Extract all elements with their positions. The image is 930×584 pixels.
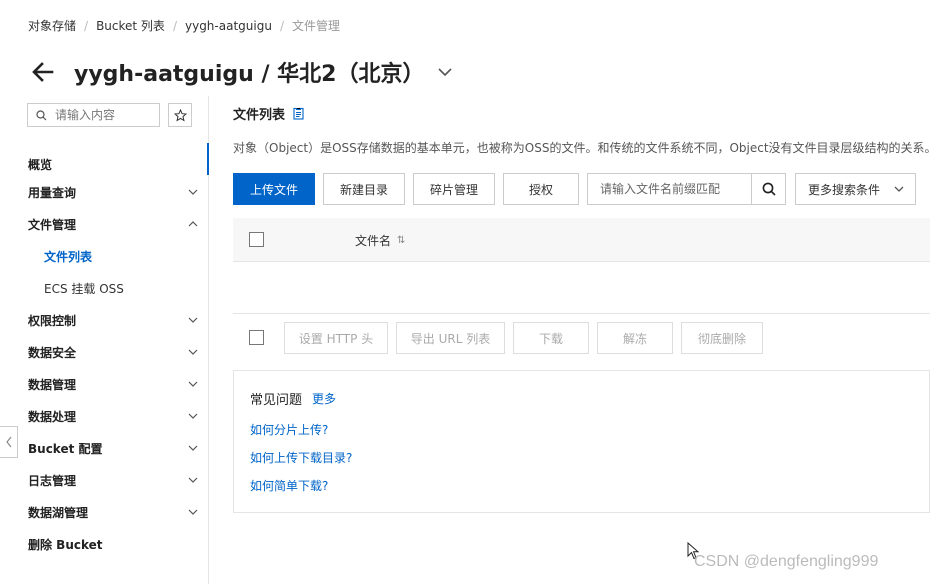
sidebar-item-label: 数据安全 bbox=[28, 345, 77, 360]
table-header: 文件名 ⇅ bbox=[233, 218, 930, 262]
sort-icon[interactable]: ⇅ bbox=[397, 235, 405, 246]
sidebar-item-label: Bucket 配置 bbox=[28, 441, 103, 456]
chevron-down-icon bbox=[188, 317, 198, 323]
page-header: yygh-aatguigu / 华北2（北京） bbox=[30, 56, 454, 88]
chevron-down-icon bbox=[894, 186, 904, 192]
chevron-down-icon bbox=[188, 413, 198, 419]
sidebar-item-data-lake[interactable]: 数据湖管理 bbox=[28, 502, 198, 522]
search-icon bbox=[36, 109, 47, 120]
bulk-action-bar: 设置 HTTP 头 导出 URL 列表 下载 解冻 彻底删除 bbox=[233, 322, 930, 356]
sidebar-collapse-toggle[interactable] bbox=[0, 426, 18, 458]
breadcrumb-separator: / bbox=[279, 18, 284, 33]
chevron-down-icon bbox=[188, 349, 198, 355]
sidebar-item-ecs-mount[interactable]: ECS 挂载 OSS bbox=[44, 278, 204, 298]
column-header-filename[interactable]: 文件名 ⇅ bbox=[355, 232, 405, 249]
sidebar-search-input[interactable] bbox=[55, 108, 155, 122]
sidebar-item-label: 文件管理 bbox=[28, 217, 77, 232]
sidebar-item-label: 数据湖管理 bbox=[28, 505, 89, 520]
sidebar-search[interactable] bbox=[27, 103, 160, 127]
active-indicator bbox=[207, 143, 209, 175]
sidebar-item-label: 数据管理 bbox=[28, 377, 77, 392]
chevron-down-icon bbox=[188, 509, 198, 515]
sidebar-item-data-security[interactable]: 数据安全 bbox=[28, 342, 198, 362]
faq-more-link[interactable]: 更多 bbox=[312, 390, 336, 407]
chevron-down-icon bbox=[188, 381, 198, 387]
sidebar-item-overview[interactable]: 概览 bbox=[28, 154, 198, 174]
chevron-up-icon bbox=[188, 221, 198, 227]
breadcrumb-separator: / bbox=[84, 18, 89, 33]
authorize-button[interactable]: 授权 bbox=[503, 173, 579, 205]
chevron-down-icon[interactable] bbox=[436, 63, 454, 81]
section-title-text: 文件列表 bbox=[233, 108, 286, 123]
sidebar-item-file-list[interactable]: 文件列表 bbox=[44, 246, 204, 266]
set-http-header-button[interactable]: 设置 HTTP 头 bbox=[284, 322, 388, 354]
chevron-down-icon bbox=[188, 189, 198, 195]
breadcrumb-separator: / bbox=[172, 18, 177, 33]
search-icon bbox=[762, 182, 776, 196]
breadcrumb-item-current: 文件管理 bbox=[291, 19, 340, 33]
favorite-button[interactable] bbox=[168, 103, 192, 127]
watermark: CSDN @dengfengling999 bbox=[694, 553, 879, 570]
description-text: 对象（Object）是OSS存储数据的基本单元，也被称为OSS的文件。和传统的文… bbox=[233, 141, 930, 155]
sidebar-item-file-management[interactable]: 文件管理 bbox=[28, 214, 198, 234]
back-arrow-icon[interactable] bbox=[30, 59, 56, 85]
search-button[interactable] bbox=[751, 173, 785, 205]
document-icon[interactable] bbox=[293, 107, 304, 120]
file-search[interactable] bbox=[587, 173, 786, 205]
sidebar-item-label: 删除 Bucket bbox=[28, 537, 103, 552]
sidebar-item-usage[interactable]: 用量查询 bbox=[28, 182, 198, 202]
chevron-left-icon bbox=[5, 436, 11, 448]
faq-link-simple-download[interactable]: 如何简单下载? bbox=[250, 477, 328, 494]
table-body bbox=[233, 262, 930, 314]
sidebar-item-label: 日志管理 bbox=[28, 473, 77, 488]
sidebar-item-label: 用量查询 bbox=[28, 185, 77, 200]
permanent-delete-button[interactable]: 彻底删除 bbox=[681, 322, 763, 354]
sidebar-item-label: 数据处理 bbox=[28, 409, 77, 424]
sidebar-item-label: ECS 挂载 OSS bbox=[44, 281, 124, 296]
breadcrumb: 对象存储 / Bucket 列表 / yygh-aatguigu / 文件管理 bbox=[28, 17, 340, 34]
breadcrumb-item-bucket-list[interactable]: Bucket 列表 bbox=[96, 17, 165, 34]
column-header-label: 文件名 bbox=[355, 234, 392, 248]
faq-panel: 常见问题 更多 如何分片上传? 如何上传下载目录? 如何简单下载? bbox=[233, 370, 930, 513]
chevron-down-icon bbox=[188, 445, 198, 451]
page-title: yygh-aatguigu / 华北2（北京） bbox=[74, 62, 425, 87]
star-icon bbox=[173, 108, 187, 122]
sidebar-item-label: 文件列表 bbox=[44, 249, 93, 264]
new-directory-button[interactable]: 新建目录 bbox=[323, 173, 405, 205]
file-search-input[interactable] bbox=[600, 182, 750, 196]
sidebar-item-data-management[interactable]: 数据管理 bbox=[28, 374, 198, 394]
section-title: 文件列表 bbox=[233, 104, 304, 123]
sidebar-item-access-control[interactable]: 权限控制 bbox=[28, 310, 198, 330]
bulk-select-checkbox[interactable] bbox=[249, 330, 264, 345]
more-filters-label: 更多搜索条件 bbox=[808, 182, 881, 197]
download-button[interactable]: 下载 bbox=[513, 322, 589, 354]
select-all-checkbox[interactable] bbox=[249, 232, 264, 247]
sidebar-item-label: 概览 bbox=[28, 157, 53, 172]
breadcrumb-item-oss[interactable]: 对象存储 bbox=[28, 17, 76, 34]
chevron-down-icon bbox=[188, 477, 198, 483]
fragment-management-button[interactable]: 碎片管理 bbox=[413, 173, 495, 205]
unfreeze-button[interactable]: 解冻 bbox=[597, 322, 673, 354]
upload-file-button[interactable]: 上传文件 bbox=[233, 173, 315, 205]
sidebar-item-bucket-config[interactable]: Bucket 配置 bbox=[28, 438, 198, 458]
faq-link-multipart-upload[interactable]: 如何分片上传? bbox=[250, 421, 328, 438]
breadcrumb-item-bucket[interactable]: yygh-aatguigu bbox=[185, 19, 272, 33]
faq-link-directory-transfer[interactable]: 如何上传下载目录? bbox=[250, 449, 352, 466]
faq-title: 常见问题 更多 bbox=[250, 389, 336, 408]
sidebar-item-data-processing[interactable]: 数据处理 bbox=[28, 406, 198, 426]
more-filters-dropdown[interactable]: 更多搜索条件 bbox=[795, 173, 916, 205]
faq-title-text: 常见问题 bbox=[250, 393, 303, 408]
sidebar-item-delete-bucket[interactable]: 删除 Bucket bbox=[28, 534, 198, 554]
sidebar-item-label: 权限控制 bbox=[28, 313, 77, 328]
sidebar-item-log-management[interactable]: 日志管理 bbox=[28, 470, 198, 490]
export-url-list-button[interactable]: 导出 URL 列表 bbox=[396, 322, 505, 354]
